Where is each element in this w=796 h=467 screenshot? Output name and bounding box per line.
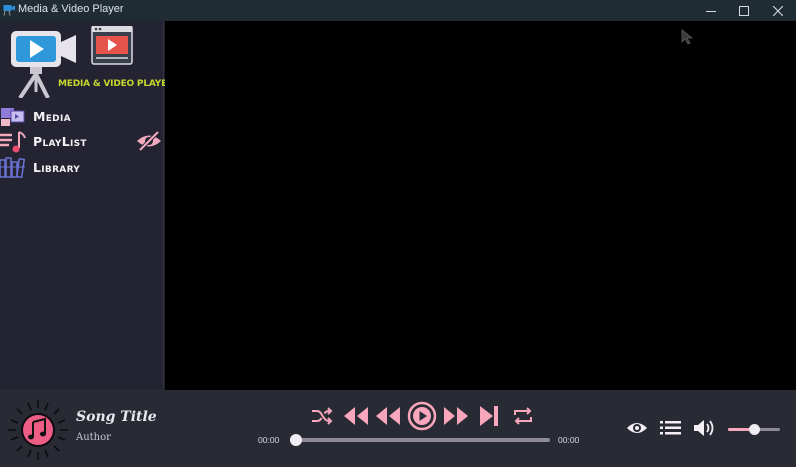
rewind-icon (344, 407, 368, 425)
next-button[interactable] (476, 404, 502, 428)
volume-thumb[interactable] (748, 424, 760, 435)
sidebar-item-playlist[interactable]: PlayList (0, 131, 130, 153)
eye-slash-icon[interactable] (135, 130, 163, 152)
control-bar: Song Title Author 00:00 00:00 (0, 390, 796, 467)
music-note-icon (8, 400, 68, 460)
volume-slider[interactable] (728, 424, 780, 435)
logo-text: MEDIA & VIDEO PLAYER (58, 79, 174, 89)
fast-forward-button[interactable] (443, 404, 469, 428)
library-icon (0, 157, 26, 179)
video-display[interactable] (165, 21, 796, 390)
app-icon (3, 5, 15, 16)
total-time: 00:00 (558, 435, 580, 445)
repeat-button[interactable] (511, 405, 535, 427)
song-author: Author (76, 432, 111, 443)
media-icon (1, 108, 25, 126)
progress-slider[interactable] (290, 434, 550, 446)
current-time: 00:00 (258, 435, 280, 445)
sidebar-item-label: Media (33, 109, 71, 124)
eye-icon (627, 423, 647, 433)
close-button[interactable] (761, 0, 795, 21)
list-icon (660, 421, 681, 435)
mute-button[interactable] (692, 417, 716, 439)
playlist-icon (0, 131, 26, 153)
rewind-button[interactable] (343, 404, 369, 428)
play-icon (407, 401, 437, 431)
repeat-icon (514, 407, 532, 425)
sidebar-item-label: Library (33, 160, 81, 175)
close-icon (773, 5, 783, 16)
progress-thumb[interactable] (290, 434, 302, 446)
shuffle-icon (312, 407, 333, 425)
mouse-cursor-icon (681, 29, 694, 45)
next-icon (480, 406, 498, 426)
sidebar-item-media[interactable]: Media (0, 106, 130, 128)
fast-forward-icon (444, 407, 468, 425)
previous-button[interactable] (375, 404, 401, 428)
play-button[interactable] (407, 401, 437, 431)
window-title: Media & Video Player (18, 3, 124, 15)
song-title: Song Title (76, 409, 157, 425)
minimize-button[interactable] (694, 0, 728, 21)
title-bar: Media & Video Player (0, 0, 796, 21)
volume-icon (694, 420, 714, 436)
sidebar-item-library[interactable]: Library (0, 157, 130, 179)
shuffle-button[interactable] (311, 405, 333, 427)
maximize-icon (739, 5, 749, 16)
previous-icon (376, 407, 400, 425)
minimize-icon (706, 10, 716, 12)
sidebar-item-label: PlayList (33, 134, 87, 149)
sidebar: MEDIA & VIDEO PLAYER Media PlayList Libr… (0, 21, 174, 390)
show-video-button[interactable] (625, 418, 649, 438)
playlist-toggle-button[interactable] (659, 418, 683, 438)
maximize-button[interactable] (727, 0, 761, 21)
